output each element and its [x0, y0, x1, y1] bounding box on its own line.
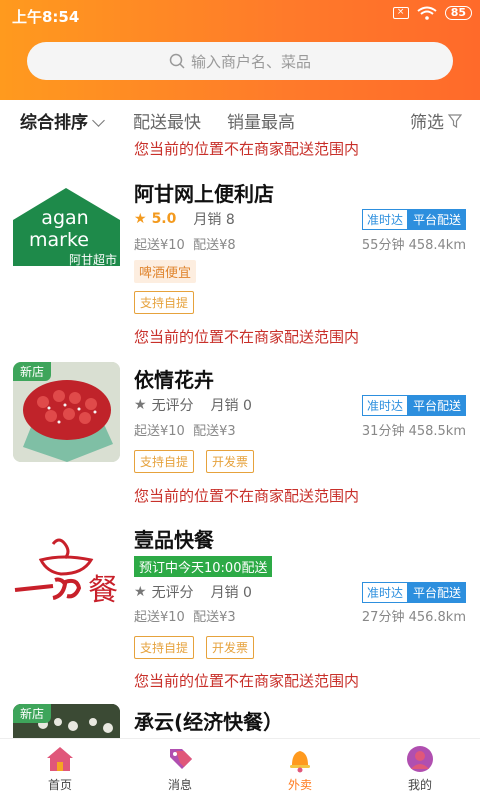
- status-bar: 上午8:54 × 85: [0, 0, 480, 30]
- fee-info: 起送¥10 配送¥3: [134, 606, 236, 625]
- min-order: 起送¥10: [134, 238, 185, 253]
- chip-self-pickup: 支持自提: [134, 636, 195, 659]
- tag-ontime: 准时达: [361, 395, 408, 416]
- store-card[interactable]: 新店 承云(经济快餐）: [0, 702, 480, 738]
- min-order: 起送¥10: [134, 610, 185, 625]
- message-tag-icon: [170, 749, 192, 769]
- bell-icon: [290, 751, 310, 773]
- min-order: 起送¥10: [134, 424, 185, 439]
- store-card[interactable]: 餐 壹品快餐 预订中今天10:00配送 ★ 无评分 月销 0 准时达 平台配送 …: [0, 520, 480, 670]
- out-of-range-notice: 您当前的位置不在商家配送范围内: [134, 487, 360, 505]
- store-name[interactable]: 阿甘网上便利店: [134, 178, 274, 207]
- chip-invoice: 开发票: [206, 636, 255, 659]
- out-of-range-notice: 您当前的位置不在商家配送范围内: [134, 328, 360, 346]
- filter-fastest[interactable]: 配送最快: [133, 108, 201, 133]
- filter-screen[interactable]: 筛选: [410, 108, 462, 133]
- rating-score: 无评分: [151, 398, 194, 414]
- out-of-range-notice: 您当前的位置不在商家配送范围内: [134, 140, 360, 158]
- rating-score: 5.0: [151, 211, 177, 227]
- user-avatar-icon: [407, 746, 433, 772]
- store-image-food: 新店: [13, 704, 120, 738]
- tag-ontime: 准时达: [361, 209, 408, 230]
- nav-takeout-label: 外卖: [287, 778, 312, 792]
- nav-messages[interactable]: 消息: [120, 739, 240, 800]
- chip-invoice: 开发票: [206, 450, 255, 473]
- search-placeholder: 输入商户名、菜品: [190, 52, 311, 71]
- rating-score: 无评分: [151, 585, 194, 601]
- delivery-fee: 配送¥3: [193, 610, 236, 625]
- nav-home-label: 首页: [47, 778, 72, 792]
- fee-info: 起送¥10 配送¥8: [134, 234, 236, 253]
- search-icon: [169, 53, 185, 69]
- promo-chips: 啤酒便宜: [134, 260, 197, 283]
- store-rating: ★ 无评分 月销 0: [134, 582, 252, 602]
- search-input[interactable]: 输入商户名、菜品: [27, 42, 453, 80]
- time-distance: 27分钟 456.8km: [361, 610, 466, 625]
- monthly-sales: 月销 0: [210, 585, 252, 601]
- service-chips: 支持自提 开发票: [134, 450, 255, 473]
- store-logo: agan marke 阿甘超市: [13, 180, 120, 280]
- service-chips: 支持自提 开发票: [134, 636, 255, 659]
- store-image-flowers: 新店: [13, 362, 120, 462]
- bottom-nav: 首页 消息 外卖 我的: [0, 738, 480, 800]
- wifi-icon: [417, 6, 437, 20]
- store-name[interactable]: 依情花卉: [134, 364, 214, 393]
- chip-self-pickup: 支持自提: [134, 450, 195, 473]
- store-rating: ★ 无评分 月销 0: [134, 395, 252, 415]
- store-name[interactable]: 承云(经济快餐）: [134, 706, 283, 735]
- promo-chip: 啤酒便宜: [134, 260, 197, 283]
- delivery-tags: 准时达 平台配送: [361, 209, 466, 230]
- filter-screen-label: 筛选: [410, 113, 444, 133]
- tag-platform-delivery: 平台配送: [407, 209, 466, 230]
- store-card[interactable]: 新店 依情花卉 ★ 无评分 月销 0 准时达 平台配送 起送¥10 配送¥3 3…: [0, 360, 480, 490]
- filter-top-sales[interactable]: 销量最高: [227, 108, 295, 133]
- filter-sort[interactable]: 综合排序: [20, 108, 105, 133]
- logo-text-agan: agan: [41, 207, 88, 229]
- delivery-fee: 配送¥8: [193, 238, 236, 253]
- monthly-sales: 月销 8: [193, 212, 235, 228]
- time-distance: 31分钟 458.5km: [361, 424, 466, 439]
- status-icons: × 85: [392, 6, 472, 20]
- store-rating: ★ 5.0 月销 8: [134, 209, 235, 229]
- logo-char: 餐: [88, 573, 118, 608]
- out-of-range-notice: 您当前的位置不在商家配送范围内: [134, 672, 360, 690]
- delivery-fee: 配送¥3: [193, 424, 236, 439]
- store-card[interactable]: agan marke 阿甘超市 阿甘网上便利店 ★ 5.0 月销 8 准时达 平…: [0, 174, 480, 324]
- logo-text-market: marke: [29, 229, 89, 251]
- monthly-sales: 月销 0: [210, 398, 252, 414]
- store-list[interactable]: 您当前的位置不在商家配送范围内 agan marke 阿甘超市 阿甘网上便利店 …: [0, 136, 480, 738]
- star-icon: ★: [134, 211, 147, 227]
- store-name[interactable]: 壹品快餐: [134, 524, 214, 553]
- new-store-badge: 新店: [13, 704, 52, 723]
- sim-icon: ×: [392, 7, 409, 19]
- filter-bar: 综合排序 配送最快 销量最高 筛选: [0, 100, 480, 136]
- time-distance: 55分钟 458.4km: [361, 238, 466, 253]
- nav-mine-label: 我的: [407, 778, 432, 792]
- preorder-badge: 预订中今天10:00配送: [134, 556, 273, 577]
- nav-takeout[interactable]: 外卖: [240, 739, 360, 800]
- tag-ontime: 准时达: [361, 582, 408, 603]
- battery-indicator: 85: [444, 6, 472, 20]
- tag-platform-delivery: 平台配送: [407, 395, 466, 416]
- chip-self-pickup: 支持自提: [134, 291, 195, 314]
- nav-mine[interactable]: 我的: [360, 739, 480, 800]
- new-store-badge: 新店: [13, 362, 52, 381]
- delivery-tags: 准时达 平台配送: [361, 582, 466, 603]
- nav-home[interactable]: 首页: [0, 739, 120, 800]
- delivery-tags: 准时达 平台配送: [361, 395, 466, 416]
- home-icon: [47, 747, 73, 771]
- fee-info: 起送¥10 配送¥3: [134, 420, 236, 439]
- tag-platform-delivery: 平台配送: [407, 582, 466, 603]
- nav-messages-label: 消息: [167, 778, 192, 792]
- status-time: 上午8:54: [12, 8, 80, 26]
- star-icon: ★: [134, 397, 147, 413]
- filter-sort-label: 综合排序: [20, 113, 88, 133]
- header: 上午8:54 × 85 输入商户名、菜品: [0, 0, 480, 100]
- store-logo: 餐: [13, 522, 120, 622]
- star-icon: ★: [134, 584, 147, 600]
- service-chips: 支持自提: [134, 291, 195, 314]
- filter-funnel-icon: [448, 113, 462, 128]
- logo-text-chinese: 阿甘超市: [69, 252, 117, 267]
- chevron-down-icon: [92, 114, 105, 127]
